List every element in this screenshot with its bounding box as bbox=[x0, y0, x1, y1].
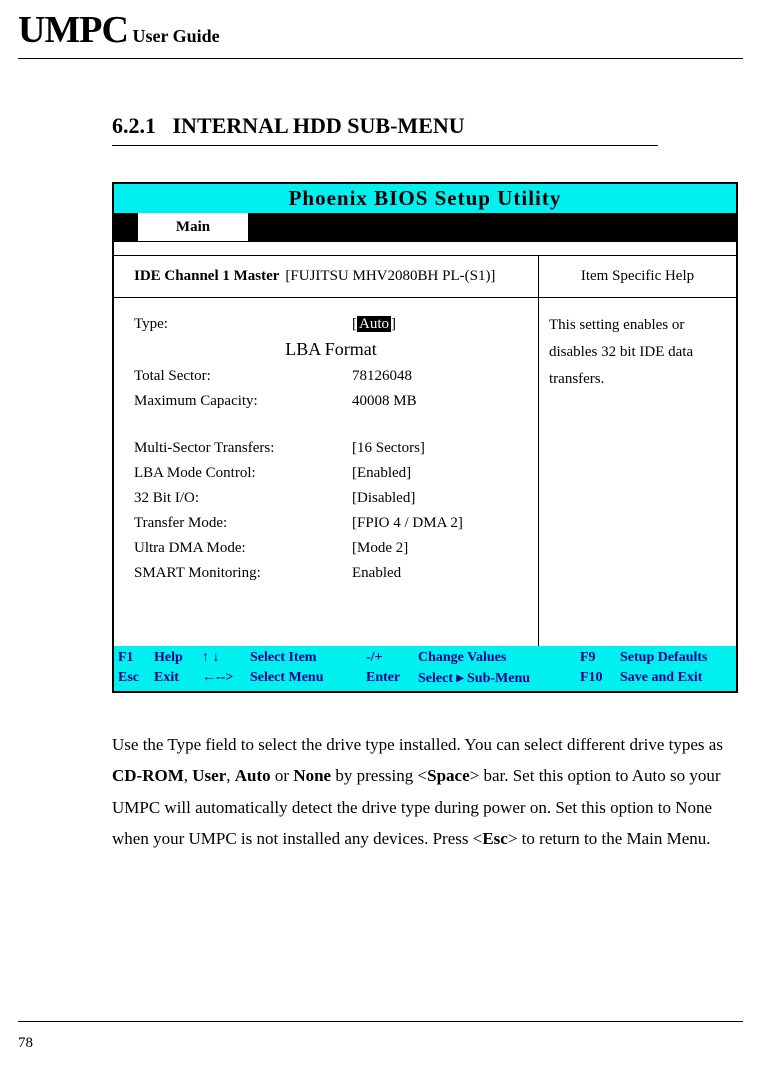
key-f10: F10 bbox=[580, 670, 620, 687]
row-total-sector: Total Sector: 78126048 bbox=[134, 364, 528, 389]
action-select-menu: Select Menu bbox=[250, 670, 366, 687]
total-sector-label: Total Sector: bbox=[134, 368, 352, 385]
footer-row-2: Esc Exit ←--> Select Menu Enter Select ▸… bbox=[118, 668, 732, 689]
row-smart: SMART Monitoring: Enabled bbox=[134, 561, 528, 586]
bios-device-heading: IDE Channel 1 Master [FUJITSU MHV2080BH … bbox=[114, 268, 538, 298]
transfer-mode-label: Transfer Mode: bbox=[134, 515, 352, 532]
spacer bbox=[134, 414, 528, 436]
bios-main-panel: IDE Channel 1 Master [FUJITSU MHV2080BH … bbox=[114, 256, 539, 646]
smart-label: SMART Monitoring: bbox=[134, 565, 352, 582]
tab-main[interactable]: Main bbox=[138, 213, 248, 241]
device-value: [FUJITSU MHV2080BH PL-(S1)] bbox=[285, 268, 495, 285]
para-text: > to return to the Main Menu. bbox=[508, 829, 711, 848]
key-f1: F1 bbox=[118, 650, 154, 666]
footer-rule bbox=[18, 1021, 743, 1022]
tab-spacer bbox=[114, 213, 138, 241]
bios-screen: Phoenix BIOS Setup Utility Main IDE Chan… bbox=[112, 182, 738, 693]
para-text: or bbox=[271, 766, 294, 785]
arrows-updown-icon: ↑ ↓ bbox=[202, 650, 250, 666]
help-heading: Item Specific Help bbox=[539, 268, 736, 298]
separator bbox=[114, 241, 736, 255]
page-header: UMPC User Guide bbox=[18, 0, 743, 59]
type-value: Auto bbox=[357, 316, 391, 332]
row-lba-mode[interactable]: LBA Mode Control: [Enabled] bbox=[134, 461, 528, 486]
section-title: INTERNAL HDD SUB-MENU bbox=[173, 113, 465, 138]
bold-space: Space bbox=[427, 766, 470, 785]
ultra-dma-value: [Mode 2] bbox=[352, 540, 408, 557]
action-help: Help bbox=[154, 650, 202, 666]
help-text: This setting enables or disables 32 bit … bbox=[549, 312, 728, 393]
bios-body: IDE Channel 1 Master [FUJITSU MHV2080BH … bbox=[114, 255, 736, 646]
doc-title: UMPC User Guide bbox=[18, 29, 220, 46]
bold-none: None bbox=[293, 766, 331, 785]
action-save-exit: Save and Exit bbox=[620, 670, 702, 687]
key-enter: Enter bbox=[366, 670, 418, 687]
smart-value: Enabled bbox=[352, 565, 401, 582]
max-capacity-value: 40008 MB bbox=[352, 393, 417, 410]
total-sector-value: 78126048 bbox=[352, 368, 412, 385]
multi-sector-value: [16 Sectors] bbox=[352, 440, 425, 457]
row-max-capacity: Maximum Capacity: 40008 MB bbox=[134, 389, 528, 414]
body-paragraph: Use the Type field to select the drive t… bbox=[112, 729, 738, 855]
multi-sector-label: Multi-Sector Transfers: bbox=[134, 440, 352, 457]
ultra-dma-label: Ultra DMA Mode: bbox=[134, 540, 352, 557]
page-content: 6.2.1 INTERNAL HDD SUB-MENU Phoenix BIOS… bbox=[18, 59, 658, 855]
max-capacity-label: Maximum Capacity: bbox=[134, 393, 352, 410]
bit32-label: 32 Bit I/O: bbox=[134, 490, 352, 507]
type-label: Type: bbox=[134, 316, 352, 333]
row-type[interactable]: Type: [Auto] bbox=[134, 312, 528, 337]
lba-mode-value: [Enabled] bbox=[352, 465, 411, 482]
bios-title: Phoenix BIOS Setup Utility bbox=[114, 184, 736, 213]
key-esc: Esc bbox=[118, 670, 154, 687]
bit32-value: [Disabled] bbox=[352, 490, 415, 507]
section-number: 6.2.1 bbox=[112, 113, 156, 138]
bold-user: User bbox=[192, 766, 226, 785]
para-text: by pressing < bbox=[331, 766, 427, 785]
para-text: , bbox=[184, 766, 193, 785]
arrows-leftright-icon: ←--> bbox=[202, 670, 250, 687]
row-transfer-mode[interactable]: Transfer Mode: [FPIO 4 / DMA 2] bbox=[134, 511, 528, 536]
page-number: 78 bbox=[18, 1035, 33, 1052]
lba-mode-label: LBA Mode Control: bbox=[134, 465, 352, 482]
bios-footer: F1 Help ↑ ↓ Select Item -/+ Change Value… bbox=[114, 646, 736, 691]
action-select-item: Select Item bbox=[250, 650, 366, 666]
doc-title-big: UMPC bbox=[18, 9, 128, 51]
type-value-wrap: [Auto] bbox=[352, 316, 396, 333]
bold-esc: Esc bbox=[482, 829, 508, 848]
key-plusminus: -/+ bbox=[366, 650, 418, 666]
action-setup-defaults: Setup Defaults bbox=[620, 650, 708, 666]
bios-tab-row: Main bbox=[114, 213, 736, 241]
action-exit: Exit bbox=[154, 670, 202, 687]
section-heading: 6.2.1 INTERNAL HDD SUB-MENU bbox=[112, 113, 658, 146]
action-change-values: Change Values bbox=[418, 650, 580, 666]
action-select-submenu: Select ▸ Sub-Menu bbox=[418, 670, 580, 687]
key-f9: F9 bbox=[580, 650, 620, 666]
row-multi-sector[interactable]: Multi-Sector Transfers: [16 Sectors] bbox=[134, 436, 528, 461]
bios-help-panel: Item Specific Help This setting enables … bbox=[539, 256, 736, 646]
bold-cdrom: CD-ROM bbox=[112, 766, 184, 785]
lba-format-heading: LBA Format bbox=[134, 337, 528, 364]
bold-auto: Auto bbox=[235, 766, 271, 785]
device-label: IDE Channel 1 Master bbox=[134, 268, 279, 285]
transfer-mode-value: [FPIO 4 / DMA 2] bbox=[352, 515, 463, 532]
para-text: , bbox=[226, 766, 235, 785]
row-ultra-dma[interactable]: Ultra DMA Mode: [Mode 2] bbox=[134, 536, 528, 561]
doc-title-small: User Guide bbox=[128, 26, 220, 46]
row-32bit-io[interactable]: 32 Bit I/O: [Disabled] bbox=[134, 486, 528, 511]
footer-row-1: F1 Help ↑ ↓ Select Item -/+ Change Value… bbox=[118, 648, 732, 668]
para-text: Use the Type field to select the drive t… bbox=[112, 735, 723, 754]
